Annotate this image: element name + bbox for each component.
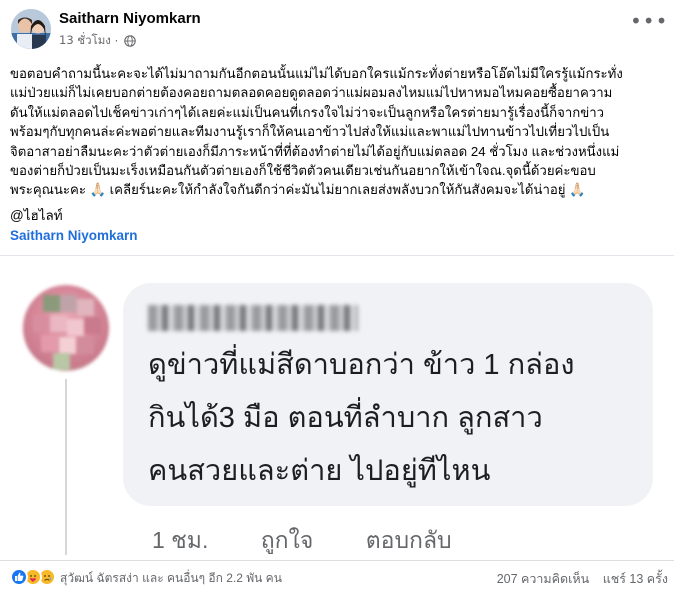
post-body-line: ของต่ายก็ป่วยเป็นมะเร็งเหมือนกันตัวต่ายเ… bbox=[10, 162, 596, 178]
post-body: ขอตอบคำถามนี้นะคะจะได้ไม่มาถามกันอีกตอนน… bbox=[10, 64, 665, 200]
post-footer: สุวัฒน์ ฉัตรสง่า และ คนอื่นๆ อีก 2.2 พัน… bbox=[0, 560, 674, 592]
post-body-line: จิตอาสาอย่าลืมนะคะว่าตัวต่ายเองก็มีภาระห… bbox=[10, 143, 620, 159]
post-meta: 13 ชั่วโมง · bbox=[59, 32, 136, 50]
comment-like-label: ถูกใจ bbox=[260, 527, 314, 553]
post-header: Saitharn Niyomkarn 13 ชั่วโมง · ••• bbox=[0, 0, 674, 58]
more-options-icon[interactable]: ••• bbox=[630, 11, 667, 34]
comment-thread-line bbox=[65, 379, 67, 555]
reactors-text[interactable]: สุวัฒน์ ฉัตรสง่า และ คนอื่นๆ อีก 2.2 พัน… bbox=[60, 569, 282, 588]
post-time[interactable]: 13 ชั่วโมง bbox=[59, 33, 111, 47]
comment-reply-label: ตอบกลับ bbox=[365, 527, 452, 553]
comment-actions: 1 ชม. ถูกใจ ตอบกลับ bbox=[152, 523, 498, 555]
credit-author-link[interactable]: Saitharn Niyomkarn bbox=[10, 226, 138, 246]
comment-time: 1 ชม. bbox=[152, 527, 209, 553]
blurred-commenter-name bbox=[148, 305, 358, 331]
comment-text-line: ดูข่าวที่แม่สีดาบอกว่า ข้าว 1 กล่อง bbox=[148, 349, 575, 381]
comments-count[interactable]: 207 ความคิดเห็น bbox=[497, 572, 590, 586]
post-image[interactable]: ดูข่าวที่แม่สีดาบอกว่า ข้าว 1 กล่อง กินไ… bbox=[0, 255, 674, 555]
shares-count[interactable]: แชร์ 13 ครั้ง bbox=[603, 572, 668, 586]
comment-text-line: กินได้3 มือ ตอนที่ลำบาก ลูกสาว bbox=[148, 402, 543, 434]
post-body-line: พร้อมๆกับทุกคนล่ะค่ะพอต่ายและทีมงานรู้เร… bbox=[10, 124, 610, 140]
facebook-post: Saitharn Niyomkarn 13 ชั่วโมง · ••• ขอตอ… bbox=[0, 0, 674, 592]
post-body-line: ดันให้แม่ตลอดไปเช็คข่าวเก่าๆได้เลยค่ะแม่… bbox=[10, 104, 605, 120]
post-stats: 207 ความคิดเห็น แชร์ 13 ครั้ง bbox=[487, 569, 668, 589]
like-reaction-icon bbox=[10, 568, 28, 586]
comment-text-line: คนสวยและต่าย ไปอยู่ทีไหน bbox=[148, 455, 491, 487]
author-avatar[interactable] bbox=[11, 9, 51, 49]
comment-text: ดูข่าวที่แม่สีดาบอกว่า ข้าว 1 กล่อง กินไ… bbox=[148, 339, 648, 498]
post-credit: @ไฮไลท์ Saitharn Niyomkarn bbox=[10, 206, 138, 246]
post-body-line: ขอตอบคำถามนี้นะคะจะได้ไม่มาถามกันอีกตอนน… bbox=[10, 66, 623, 81]
highlight-tag[interactable]: @ไฮไลท์ bbox=[10, 208, 63, 223]
author-name[interactable]: Saitharn Niyomkarn bbox=[59, 10, 201, 27]
blurred-commenter-avatar bbox=[23, 285, 109, 371]
post-body-line: แม่ป่วยแม่ก็ไม่เคยบอกต่ายต้องคอยถามตลอดค… bbox=[10, 85, 613, 101]
post-body-line: พระคุณนะคะ 🙏🏻 เคลียร์นะคะให้กำลังใจกันดี… bbox=[10, 182, 586, 198]
image-divider bbox=[0, 255, 674, 256]
globe-icon bbox=[124, 35, 136, 47]
